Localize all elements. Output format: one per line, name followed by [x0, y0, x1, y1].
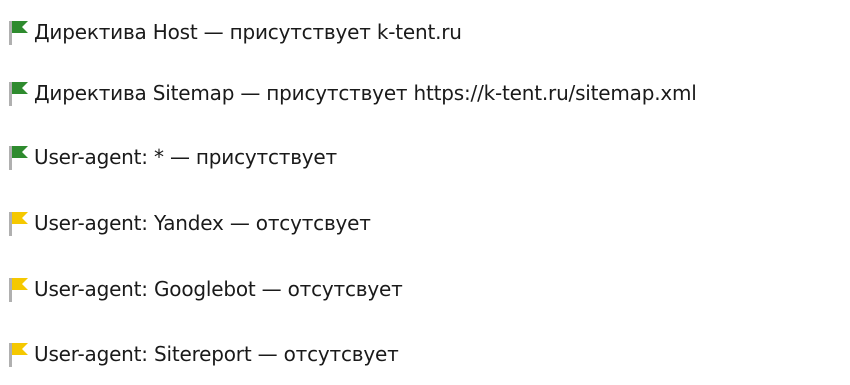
green-flag-icon: [8, 80, 30, 106]
yellow-flag-icon: [8, 210, 30, 236]
check-item-user-agent-all: User-agent: * — присутствует: [8, 137, 337, 177]
check-item-text: Директива Sitemap — присутствует https:/…: [34, 81, 697, 105]
check-item-text: Директива Host — присутствует k-tent.ru: [34, 20, 462, 44]
green-flag-icon: [8, 144, 30, 170]
check-item-user-agent-yandex: User-agent: Yandex — отсутсвует: [8, 203, 371, 243]
green-flag-icon: [8, 19, 30, 45]
check-item-host: Директива Host — присутствует k-tent.ru: [8, 12, 462, 52]
check-item-text: User-agent: Yandex — отсутсвует: [34, 211, 371, 235]
yellow-flag-icon: [8, 341, 30, 367]
yellow-flag-icon: [8, 276, 30, 302]
check-item-text: User-agent: * — присутствует: [34, 145, 337, 169]
check-item-text: User-agent: Sitereport — отсутсвует: [34, 342, 399, 366]
check-item-sitemap: Директива Sitemap — присутствует https:/…: [8, 73, 697, 113]
check-item-user-agent-sitereport: User-agent: Sitereport — отсутсвует: [8, 334, 399, 374]
check-item-text: User-agent: Googlebot — отсутсвует: [34, 277, 403, 301]
check-item-user-agent-googlebot: User-agent: Googlebot — отсутсвует: [8, 269, 403, 309]
